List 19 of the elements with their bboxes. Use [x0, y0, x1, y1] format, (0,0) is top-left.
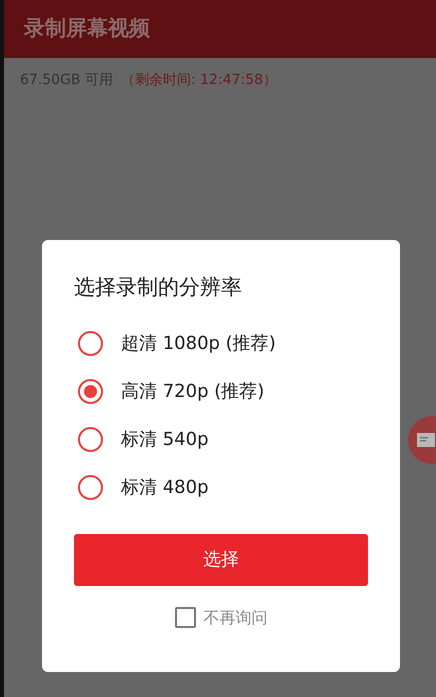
- radio-button[interactable]: [78, 379, 103, 404]
- radio-button[interactable]: [78, 427, 103, 452]
- radio-button[interactable]: [78, 475, 103, 500]
- app-title: 录制屏幕视频: [24, 15, 150, 42]
- checkbox[interactable]: [174, 607, 196, 628]
- option-label: 超清 1080p (推荐): [121, 332, 276, 356]
- option-label: 标清 480p: [121, 476, 209, 500]
- card-icon: [417, 433, 435, 447]
- radio-option[interactable]: 高清 720p (推荐): [74, 368, 368, 416]
- option-label: 标清 540p: [121, 428, 209, 452]
- dialog-title: 选择录制的分辨率: [74, 274, 243, 301]
- checkbox-label: 不再询问: [204, 606, 268, 628]
- radio-option[interactable]: 标清 480p: [74, 464, 368, 512]
- select-button[interactable]: 选择: [74, 534, 368, 586]
- radio-option[interactable]: 超清 1080p (推荐): [74, 320, 368, 368]
- radio-button[interactable]: [78, 331, 103, 356]
- option-label: 高清 720p (推荐): [121, 380, 264, 404]
- radio-option[interactable]: 标清 540p: [74, 416, 368, 464]
- remaining-time: （剩余时间: 12:47:58）: [120, 70, 278, 90]
